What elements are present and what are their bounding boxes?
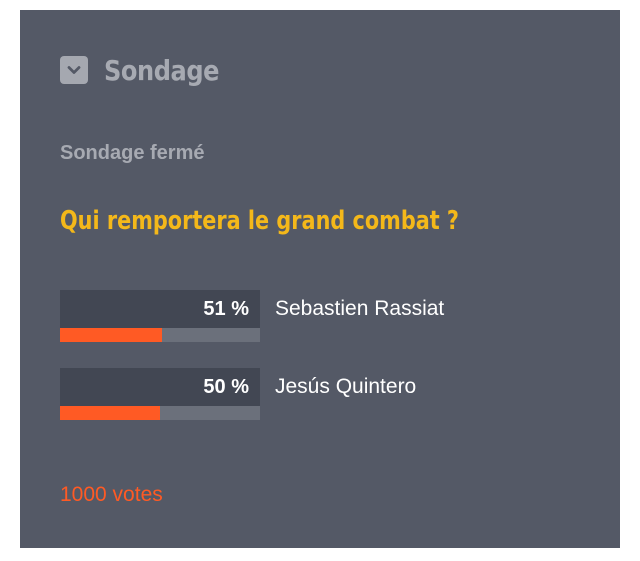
poll-option: 51 % Sebastien Rassiat xyxy=(60,290,580,342)
option-percent: 50 % xyxy=(203,376,249,398)
poll-option: 50 % Jesús Quintero xyxy=(60,368,580,420)
option-progress-track xyxy=(60,406,260,420)
option-label: Jesús Quintero xyxy=(275,375,417,398)
poll-widget: Sondage Sondage fermé Qui remportera le … xyxy=(20,10,620,548)
poll-status: Sondage fermé xyxy=(60,142,205,164)
option-progress-track xyxy=(60,328,260,342)
chevron-down-icon[interactable] xyxy=(60,56,88,84)
poll-title: Sondage xyxy=(104,53,220,87)
option-progress-fill xyxy=(60,328,162,342)
option-result-box: 51 % xyxy=(60,290,260,328)
vote-count: 1000 votes xyxy=(60,483,163,506)
option-result-box: 50 % xyxy=(60,368,260,406)
option-label: Sebastien Rassiat xyxy=(275,297,445,320)
option-progress-fill xyxy=(60,406,160,420)
poll-header: Sondage xyxy=(60,50,238,90)
option-percent: 51 % xyxy=(203,298,249,320)
poll-question: Qui remportera le grand combat ? xyxy=(60,206,459,236)
